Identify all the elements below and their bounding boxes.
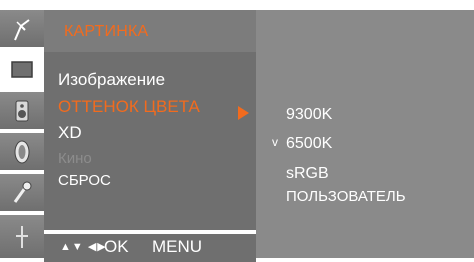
- menu-item-reset[interactable]: СБРОС: [58, 172, 111, 189]
- antenna-icon: [14, 18, 30, 40]
- menu-item-color-temperature[interactable]: ОТТЕНОК ЦВЕТА: [58, 97, 200, 117]
- menu-title-bar: КАРТИНКА: [44, 10, 256, 52]
- submenu-arrow-icon: [238, 106, 249, 120]
- category-tile-station[interactable]: [0, 10, 44, 51]
- menu-title: КАРТИНКА: [64, 23, 149, 40]
- navigation-arrows-icon: ▲▼ ◀▶: [60, 241, 107, 253]
- osd-menu: КАРТИНКА Изображение ОТТЕНОК ЦВЕТА XD Ки…: [0, 0, 474, 262]
- menu-item-image[interactable]: Изображение: [58, 70, 165, 90]
- category-icon-column: [0, 10, 44, 258]
- menu-item-cinema: Кино: [58, 150, 92, 167]
- category-tile-input[interactable]: [0, 215, 44, 258]
- category-tile-time[interactable]: [0, 133, 44, 174]
- menu-item-xd[interactable]: XD: [58, 123, 82, 143]
- picture-menu-panel: КАРТИНКА Изображение ОТТЕНОК ЦВЕТА XD Ки…: [44, 10, 256, 262]
- color-temperature-submenu: 9300K v 6500K sRGB ПОЛЬЗОВАТЕЛЬ: [256, 10, 474, 258]
- submenu-option-user[interactable]: ПОЛЬЗОВАТЕЛЬ: [286, 188, 406, 205]
- input-icon: [16, 225, 28, 248]
- timer-icon: [14, 140, 30, 163]
- screen-icon: [11, 60, 33, 78]
- speaker-icon: [15, 100, 29, 121]
- navigation-hint-bar: ▲▼ ◀▶ OK MENU: [44, 230, 256, 262]
- hint-menu-label: MENU: [152, 237, 203, 256]
- submenu-option-srgb[interactable]: sRGB: [286, 165, 329, 183]
- hint-ok-label: OK: [104, 237, 129, 256]
- category-tile-picture[interactable]: [0, 51, 44, 92]
- submenu-option-6500k[interactable]: 6500K: [286, 135, 332, 153]
- category-tile-sound[interactable]: [0, 92, 44, 133]
- selected-check-icon: v: [272, 135, 278, 149]
- key-icon: [13, 181, 32, 203]
- category-tile-option[interactable]: [0, 174, 44, 215]
- submenu-option-9300k[interactable]: 9300K: [286, 106, 332, 124]
